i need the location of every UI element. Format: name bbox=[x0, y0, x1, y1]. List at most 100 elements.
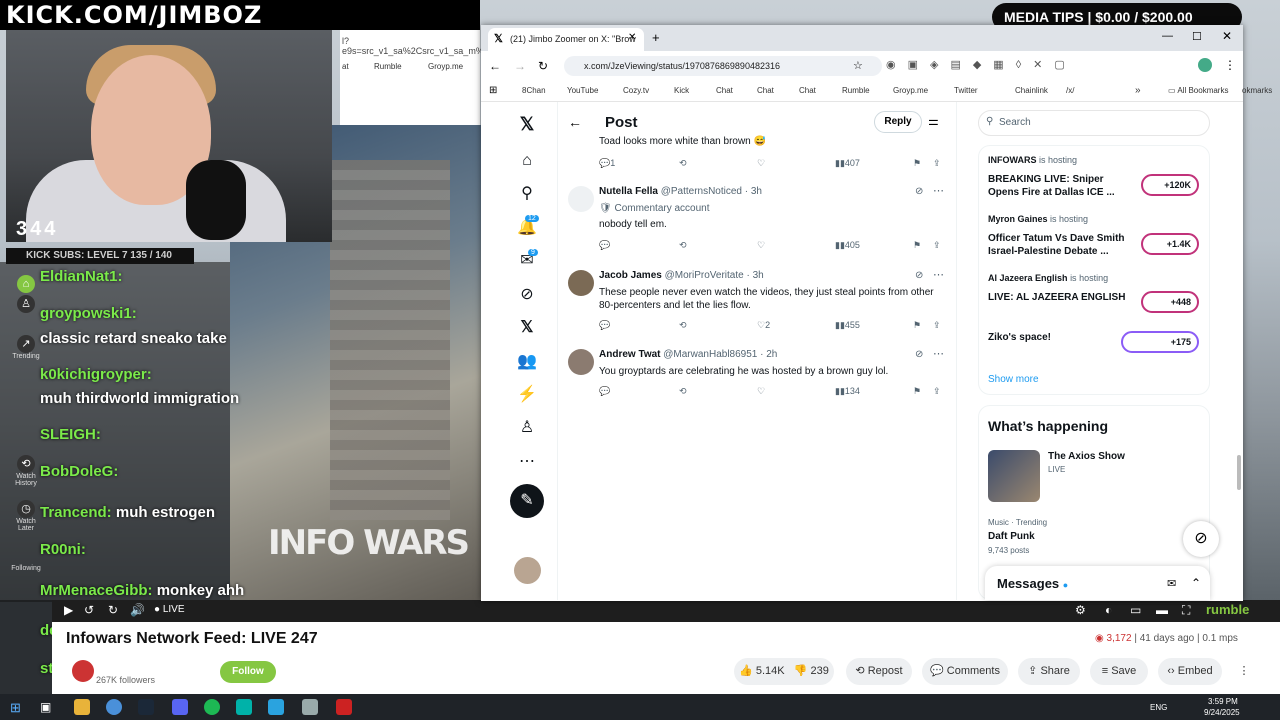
minimize-icon[interactable]: — bbox=[1162, 30, 1173, 42]
tweet[interactable]: Jacob James @MoriProVeritate · 3h ⊘ ⋯ These… bbox=[557, 268, 957, 348]
steam-icon[interactable] bbox=[138, 699, 154, 715]
embed-button[interactable]: ‹› Embed bbox=[1158, 658, 1222, 685]
bookmark-icon[interactable]: ⚑ bbox=[913, 158, 921, 169]
scrollbar[interactable] bbox=[1237, 455, 1241, 490]
reply-icon[interactable]: 💬 1 bbox=[599, 158, 615, 169]
bookmark-item[interactable]: Rumble bbox=[842, 86, 870, 95]
clock-date[interactable]: 9/24/2025 bbox=[1204, 708, 1240, 717]
more-icon[interactable]: ⋯ bbox=[517, 452, 537, 472]
trend-title[interactable]: The Axios Show bbox=[1048, 451, 1125, 462]
like-icon[interactable]: ♡ bbox=[757, 240, 765, 251]
tweet-avatar[interactable] bbox=[568, 349, 594, 375]
bookmark-item[interactable]: Kick bbox=[674, 86, 689, 95]
share-button[interactable]: ⇪ Share bbox=[1018, 658, 1080, 685]
premium-icon[interactable]: 𝕏 bbox=[517, 318, 537, 338]
home-icon[interactable]: ⌂ bbox=[517, 151, 537, 171]
space-title[interactable]: LIVE: AL JAZEERA ENGLISH bbox=[988, 291, 1133, 304]
x-logo-icon[interactable]: 𝕏 bbox=[517, 114, 537, 134]
bookmark-icon[interactable]: ⚑ bbox=[913, 240, 921, 251]
bookmark-item[interactable]: Chat bbox=[757, 86, 774, 95]
back-arrow-icon[interactable]: ← bbox=[568, 114, 582, 130]
bookmark-icon[interactable]: ⚑ bbox=[913, 320, 921, 331]
grok-icon[interactable]: ⊘ bbox=[517, 285, 537, 305]
space-listeners[interactable]: +1.4K bbox=[1141, 233, 1199, 255]
share-icon[interactable]: ⇪ bbox=[933, 320, 941, 331]
task-view-icon[interactable]: ▣ bbox=[40, 700, 51, 714]
like-icon[interactable]: ♡ bbox=[757, 158, 765, 169]
space-host[interactable]: Myron Gaines is hosting bbox=[988, 214, 1088, 224]
search-input[interactable]: Search bbox=[978, 110, 1210, 136]
grok-icon[interactable]: ⊘ bbox=[915, 270, 923, 281]
obs-icon[interactable] bbox=[336, 699, 352, 715]
app-icon[interactable] bbox=[236, 699, 252, 715]
bookmark-icon[interactable]: ⚑ bbox=[913, 386, 921, 397]
chat-username[interactable]: k0kichigroyper: bbox=[40, 366, 152, 383]
like-dislike[interactable]: 👍 5.14K 👎 239 bbox=[734, 658, 834, 685]
rail-trending[interactable]: ↗ Trending bbox=[8, 335, 44, 360]
chat-username[interactable]: groypowski1: bbox=[40, 305, 137, 322]
extension-icons[interactable]: ◉▣◈▤◆▦◊✕▢ bbox=[886, 58, 1186, 74]
communities-icon[interactable]: 👥 bbox=[517, 352, 537, 372]
tweet-author[interactable]: Andrew Twat @MarwanHabl86951 · 2h bbox=[599, 349, 777, 360]
tweet-avatar[interactable] bbox=[568, 270, 594, 296]
back-icon[interactable]: ← bbox=[489, 59, 501, 73]
trend-thumbnail[interactable] bbox=[988, 450, 1040, 502]
save-button[interactable]: ≡ Save bbox=[1090, 658, 1148, 685]
spotify-icon[interactable] bbox=[204, 699, 220, 715]
chat-username[interactable]: MrMenaceGibb: bbox=[40, 582, 153, 599]
bookmark-item[interactable]: Twitter bbox=[954, 86, 978, 95]
rail-browse[interactable]: ♙ bbox=[8, 295, 44, 313]
address-bar[interactable]: x.com/JzeViewing/status/1970876869890482… bbox=[564, 56, 882, 76]
tweet-more-icon[interactable]: ⋯ bbox=[933, 268, 944, 281]
bookmark-star-icon[interactable]: ☆ bbox=[853, 59, 863, 72]
rail-watch-later[interactable]: ◷ Watch Later bbox=[8, 500, 44, 532]
tweet-more-icon[interactable]: ⋯ bbox=[933, 184, 944, 197]
reply-icon[interactable]: 💬 bbox=[599, 320, 610, 331]
tab-close-icon[interactable]: ✕ bbox=[628, 32, 636, 43]
autoplay-toggle[interactable]: ◐ bbox=[1105, 603, 1112, 617]
forward-icon[interactable]: → bbox=[514, 59, 526, 73]
bookmark-item[interactable]: Chat bbox=[716, 86, 733, 95]
discord-icon[interactable] bbox=[172, 699, 188, 715]
tweet-avatar[interactable] bbox=[568, 186, 594, 212]
volume-icon[interactable]: 🔊 bbox=[130, 603, 145, 617]
profile-icon[interactable] bbox=[1198, 58, 1212, 72]
space-host[interactable]: INFOWARS is hosting bbox=[988, 155, 1077, 165]
space-host[interactable]: Al Jazeera English is hosting bbox=[988, 273, 1108, 283]
close-window-icon[interactable]: ✕ bbox=[1222, 29, 1232, 43]
bookmark-item[interactable]: Chat bbox=[799, 86, 816, 95]
share-icon[interactable]: ⇪ bbox=[933, 240, 941, 251]
show-more-link[interactable]: Show more bbox=[988, 374, 1039, 385]
verified-orgs-icon[interactable]: ⚡ bbox=[517, 385, 537, 405]
chrome-icon[interactable] bbox=[106, 699, 122, 715]
space-title[interactable]: Officer Tatum Vs Dave Smith Israel-Pales… bbox=[988, 232, 1133, 258]
reply-icon[interactable]: 💬 bbox=[599, 240, 610, 251]
rewind-icon[interactable]: ↺ bbox=[84, 603, 94, 617]
bookmark-item[interactable]: YouTube bbox=[567, 86, 598, 95]
tab-active[interactable]: (21) Jimbo Zoomer on X: "Brow bbox=[488, 28, 644, 51]
theater-icon[interactable]: ▬ bbox=[1156, 603, 1168, 617]
apps-icon[interactable]: ⊞ bbox=[489, 85, 497, 96]
menu-icon[interactable]: ⋮ bbox=[1224, 58, 1236, 72]
tweet-more-icon[interactable]: ⋯ bbox=[933, 347, 944, 360]
repost-icon[interactable]: ⟲ bbox=[679, 386, 687, 397]
repost-icon[interactable]: ⟲ bbox=[679, 320, 687, 331]
windows-start-icon[interactable]: ⊞ bbox=[10, 700, 21, 716]
profile-icon[interactable]: ♙ bbox=[517, 418, 537, 438]
clock-time[interactable]: 3:59 PM bbox=[1208, 697, 1238, 706]
maximize-icon[interactable]: ☐ bbox=[1192, 30, 1202, 43]
file-explorer-icon[interactable] bbox=[74, 699, 90, 715]
new-tab-icon[interactable]: + bbox=[652, 30, 660, 45]
chat-username[interactable]: EldianNat1: bbox=[40, 268, 123, 285]
new-message-icon[interactable]: ✉ bbox=[1167, 577, 1176, 590]
repost-button[interactable]: ⟲ Repost bbox=[846, 658, 912, 685]
bookmark-item[interactable]: Chainlink bbox=[1015, 86, 1048, 95]
trend-title[interactable]: Daft Punk bbox=[988, 531, 1035, 542]
expand-icon[interactable]: ⌃ bbox=[1191, 576, 1201, 590]
fullscreen-icon[interactable]: ⛶ bbox=[1182, 603, 1190, 618]
rail-home[interactable]: ⌂ bbox=[8, 275, 44, 293]
app-icon[interactable] bbox=[302, 699, 318, 715]
tweet[interactable]: Nutella Fella @PatternsNoticed · 3h ⊘ ⋯ 🛡 C… bbox=[557, 184, 957, 264]
compose-post-button[interactable]: ✎ bbox=[510, 484, 544, 518]
settings-icon[interactable]: ⚙ bbox=[1075, 603, 1086, 617]
